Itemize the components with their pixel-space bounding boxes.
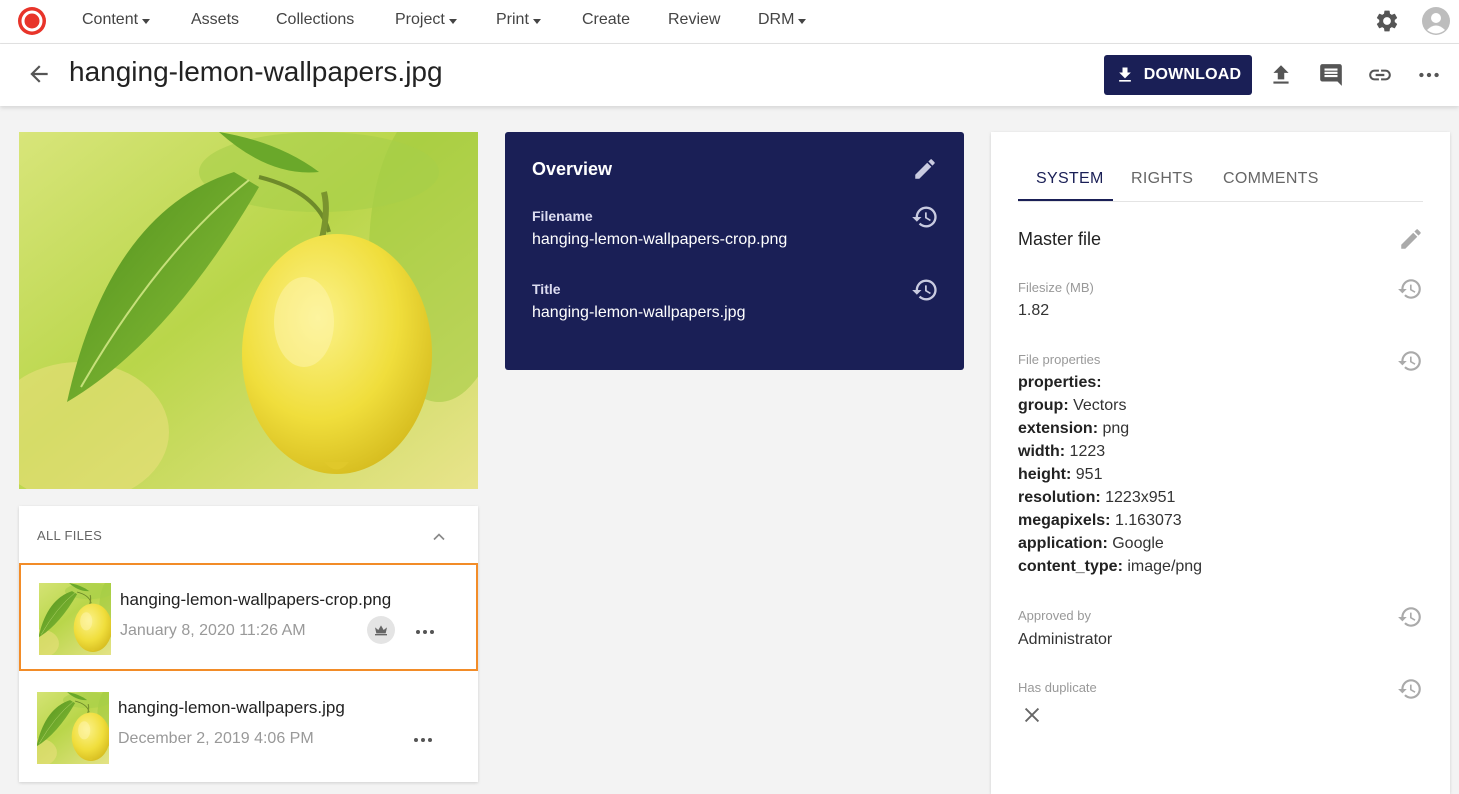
link-icon[interactable] xyxy=(1367,62,1393,88)
nav-item-project[interactable]: Project xyxy=(395,11,457,29)
file-date: January 8, 2020 11:26 AM xyxy=(120,622,306,639)
nav-item-create[interactable]: Create xyxy=(582,11,630,29)
comment-icon[interactable] xyxy=(1318,62,1344,88)
more-options-icon[interactable] xyxy=(1416,62,1442,88)
edit-pencil-icon[interactable] xyxy=(912,156,938,182)
approved-by-value: Administrator xyxy=(1018,631,1113,648)
property-line: width: 1223 xyxy=(1018,443,1106,460)
master-file-badge xyxy=(367,616,395,644)
upload-icon[interactable] xyxy=(1268,62,1294,88)
property-line: application: Google xyxy=(1018,535,1164,552)
crown-icon xyxy=(375,625,387,636)
details-panel: SYSTEM RIGHTS COMMENTS Master file Files… xyxy=(991,132,1450,794)
nav-item-label: Assets xyxy=(191,11,240,28)
overview-card: Overview Filename hanging-lemon-wallpape… xyxy=(505,132,964,370)
file-name: hanging-lemon-wallpapers.jpg xyxy=(118,698,345,717)
user-avatar-icon[interactable] xyxy=(1422,7,1450,35)
history-icon[interactable] xyxy=(1397,676,1423,702)
download-button[interactable]: DOWNLOAD xyxy=(1104,55,1252,95)
filesize-label: Filesize (MB) xyxy=(1018,280,1094,295)
file-row[interactable]: hanging-lemon-wallpapers-crop.png Januar… xyxy=(19,563,478,671)
nav-item-label: Collections xyxy=(276,11,355,28)
nav-item-label: Print xyxy=(496,11,529,28)
file-thumbnail xyxy=(37,692,109,764)
property-line: group: Vectors xyxy=(1018,397,1127,414)
property-line: extension: png xyxy=(1018,420,1130,437)
tab-system[interactable]: SYSTEM xyxy=(1036,170,1104,188)
property-line: height: 951 xyxy=(1018,466,1103,483)
history-icon[interactable] xyxy=(1397,276,1423,302)
file-properties-label: File properties xyxy=(1018,352,1101,367)
history-icon[interactable] xyxy=(1397,348,1423,374)
page-title: hanging-lemon-wallpapers.jpg xyxy=(69,56,443,87)
nav-item-print[interactable]: Print xyxy=(496,11,541,29)
history-icon[interactable] xyxy=(911,203,939,231)
nav-item-content[interactable]: Content xyxy=(82,11,151,29)
title-value: hanging-lemon-wallpapers.jpg xyxy=(532,304,746,321)
tabs-divider xyxy=(1018,201,1423,202)
filename-value: hanging-lemon-wallpapers-crop.png xyxy=(532,231,788,248)
nav-item-label: Review xyxy=(668,11,721,28)
top-navigation-bar: Content Assets Collections Project Print… xyxy=(0,0,1459,44)
download-button-label: DOWNLOAD xyxy=(1143,66,1242,83)
has-duplicate-label: Has duplicate xyxy=(1018,680,1097,695)
caret-down-icon xyxy=(532,18,541,24)
logo-icon[interactable] xyxy=(17,6,47,36)
edit-pencil-icon[interactable] xyxy=(1398,226,1424,252)
file-more-options-icon[interactable] xyxy=(413,620,437,644)
nav-item-label: Content xyxy=(82,11,139,28)
all-files-panel: ALL FILES hanging-lemon-wallpapers-crop.… xyxy=(19,506,478,782)
nav-item-review[interactable]: Review xyxy=(668,11,720,29)
section-title: Master file xyxy=(1018,229,1102,249)
history-icon[interactable] xyxy=(1397,604,1423,630)
settings-gear-icon[interactable] xyxy=(1374,8,1400,34)
caret-down-icon xyxy=(142,18,151,24)
tab-comments[interactable]: COMMENTS xyxy=(1223,170,1319,188)
close-x-icon xyxy=(1024,707,1040,723)
property-line: resolution: 1223x951 xyxy=(1018,489,1176,506)
file-date: December 2, 2019 4:06 PM xyxy=(118,730,314,747)
nav-item-assets[interactable]: Assets xyxy=(191,11,239,29)
filename-label: Filename xyxy=(532,208,593,224)
overview-title: Overview xyxy=(532,159,613,179)
file-more-options-icon[interactable] xyxy=(411,728,435,752)
active-tab-indicator xyxy=(1018,199,1113,201)
chevron-up-icon[interactable] xyxy=(429,527,449,547)
nav-item-collections[interactable]: Collections xyxy=(276,11,354,29)
asset-header: hanging-lemon-wallpapers.jpg DOWNLOAD xyxy=(0,44,1459,106)
all-files-label: ALL FILES xyxy=(37,528,103,543)
caret-down-icon xyxy=(798,18,807,24)
nav-item-label: Project xyxy=(395,11,445,28)
file-name: hanging-lemon-wallpapers-crop.png xyxy=(120,590,392,609)
history-icon[interactable] xyxy=(911,276,939,304)
nav-item-drm[interactable]: DRM xyxy=(758,11,807,29)
file-row[interactable]: hanging-lemon-wallpapers.jpg December 2,… xyxy=(19,674,478,782)
properties-heading: properties: xyxy=(1018,374,1102,391)
property-line: megapixels: 1.163073 xyxy=(1018,512,1182,529)
tab-rights[interactable]: RIGHTS xyxy=(1131,170,1193,188)
caret-down-icon xyxy=(448,18,457,24)
property-line: content_type: image/png xyxy=(1018,558,1203,575)
nav-item-label: Create xyxy=(582,11,631,28)
approved-by-label: Approved by xyxy=(1018,608,1091,623)
back-arrow-icon[interactable] xyxy=(26,61,52,87)
asset-preview-image[interactable] xyxy=(19,132,478,489)
filesize-value: 1.82 xyxy=(1018,302,1050,319)
download-icon xyxy=(1118,67,1131,82)
nav-item-label: DRM xyxy=(758,11,795,28)
title-label: Title xyxy=(532,281,561,297)
file-thumbnail xyxy=(39,583,111,655)
